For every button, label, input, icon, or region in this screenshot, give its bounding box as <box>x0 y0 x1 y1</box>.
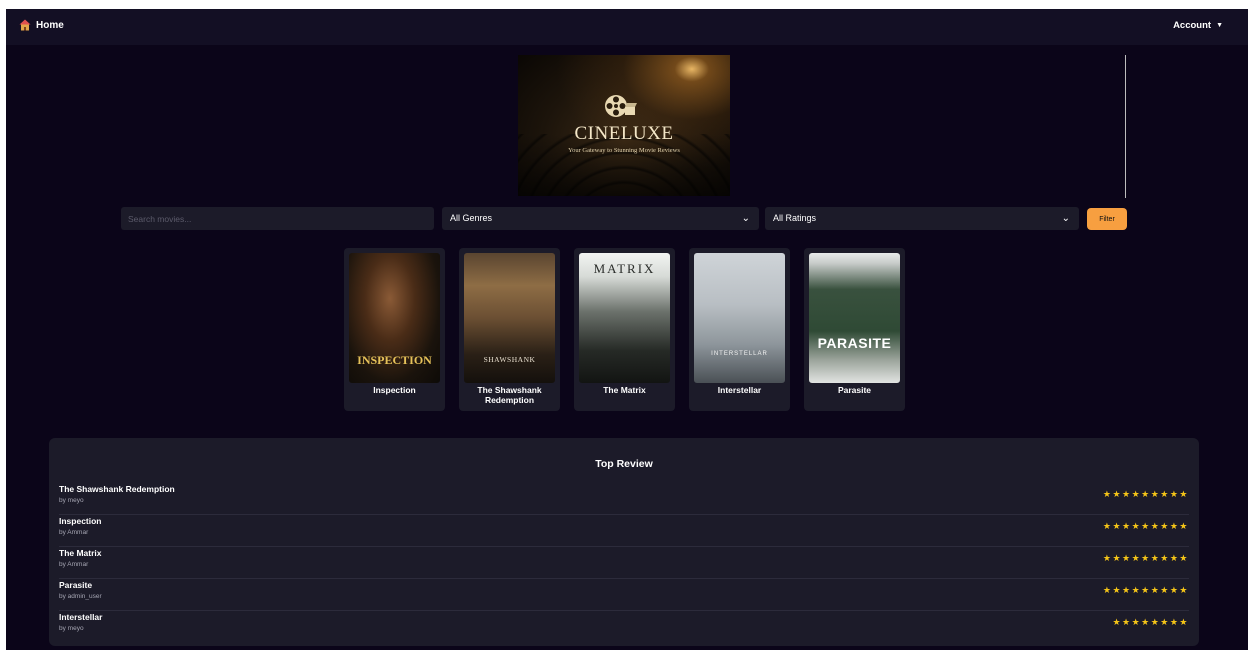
review-item[interactable]: The Matrix by Ammar ★★★★★★★★★ <box>59 548 1189 579</box>
movie-poster[interactable]: MATRIX <box>579 253 670 383</box>
chevron-down-icon: ⌄ <box>741 213 750 224</box>
review-author: by meyo <box>59 625 84 632</box>
rating-select-value: All Ratings <box>773 213 817 223</box>
hero-banner: CINELUXE Your Gateway to Stunning Movie … <box>518 55 730 196</box>
top-reviews-heading: Top Review <box>595 458 653 470</box>
genre-select[interactable]: All Genres ⌄ <box>442 207 759 230</box>
chevron-down-icon: ⌄ <box>1061 213 1070 224</box>
divider-line <box>1125 55 1126 198</box>
top-reviews-panel: Top Review The Shawshank Redemption by m… <box>49 438 1199 646</box>
rating-select[interactable]: All Ratings ⌄ <box>765 207 1079 230</box>
filter-button[interactable]: Filter <box>1087 208 1127 230</box>
star-rating: ★★★★★★★★★ <box>1102 585 1189 595</box>
account-menu[interactable]: Account ▼ <box>1173 20 1223 31</box>
home-link[interactable]: Home <box>19 19 64 31</box>
poster-title: SHAWSHANK <box>483 355 536 364</box>
movie-title: Inspection <box>373 385 416 395</box>
genre-select-value: All Genres <box>450 213 493 223</box>
review-item[interactable]: The Shawshank Redemption by meyo ★★★★★★★… <box>59 484 1189 515</box>
star-rating: ★★★★★★★★ <box>1112 617 1189 627</box>
app-root: Home Account ▼ CINELUXE Your Gateway to … <box>6 9 1248 650</box>
brand-tagline: Your Gateway to Stunning Movie Reviews <box>568 147 680 154</box>
review-movie-title: The Matrix <box>59 548 102 558</box>
star-rating: ★★★★★★★★★ <box>1102 521 1189 531</box>
poster-title: MATRIX <box>593 261 656 276</box>
movie-card-shawshank[interactable]: SHAWSHANK The Shawshank Redemption <box>459 248 560 411</box>
movie-card-interstellar[interactable]: INTERSTELLAR Interstellar <box>689 248 790 411</box>
movie-card-parasite[interactable]: PARASITE Parasite <box>804 248 905 411</box>
movie-title: Parasite <box>837 385 872 395</box>
movie-grid: INSPECTION Inspection SHAWSHANK The Shaw… <box>344 248 905 411</box>
film-reel-icon <box>605 95 637 117</box>
review-author: by Ammar <box>59 529 89 536</box>
caret-down-icon: ▼ <box>1216 22 1223 29</box>
movie-title: The Matrix <box>603 385 646 395</box>
movie-title: The Shawshank Redemption <box>477 385 542 405</box>
review-item[interactable]: Parasite by admin_user ★★★★★★★★★ <box>59 580 1189 611</box>
review-movie-title: Inspection <box>59 516 102 526</box>
review-author: by Ammar <box>59 561 89 568</box>
poster-title: PARASITE <box>817 335 892 351</box>
poster-title: INSPECTION <box>357 353 432 367</box>
review-author: by meyo <box>59 497 84 504</box>
review-item[interactable]: Inspection by Ammar ★★★★★★★★★ <box>59 516 1189 547</box>
house-icon <box>19 19 31 31</box>
movie-card-inspection[interactable]: INSPECTION Inspection <box>344 248 445 411</box>
poster-title: INTERSTELLAR <box>711 351 768 357</box>
movie-poster[interactable]: PARASITE <box>809 253 900 383</box>
star-rating: ★★★★★★★★★ <box>1102 489 1189 499</box>
review-author: by admin_user <box>59 593 102 600</box>
navbar: Home Account ▼ <box>6 9 1248 45</box>
review-movie-title: Parasite <box>59 580 93 590</box>
search-input[interactable] <box>121 207 434 230</box>
review-item[interactable]: Interstellar by meyo ★★★★★★★★ <box>59 612 1189 643</box>
account-label: Account <box>1173 20 1212 31</box>
star-rating: ★★★★★★★★★ <box>1102 553 1189 563</box>
movie-poster[interactable]: INSPECTION <box>349 253 440 383</box>
movie-poster[interactable]: SHAWSHANK <box>464 253 555 383</box>
movie-poster[interactable]: INTERSTELLAR <box>694 253 785 383</box>
home-label: Home <box>36 19 64 31</box>
movie-title: Interstellar <box>717 385 762 395</box>
movie-card-matrix[interactable]: MATRIX The Matrix <box>574 248 675 411</box>
brand-title: CINELUXE <box>574 123 674 144</box>
review-movie-title: Interstellar <box>59 612 103 622</box>
review-movie-title: The Shawshank Redemption <box>59 484 175 494</box>
